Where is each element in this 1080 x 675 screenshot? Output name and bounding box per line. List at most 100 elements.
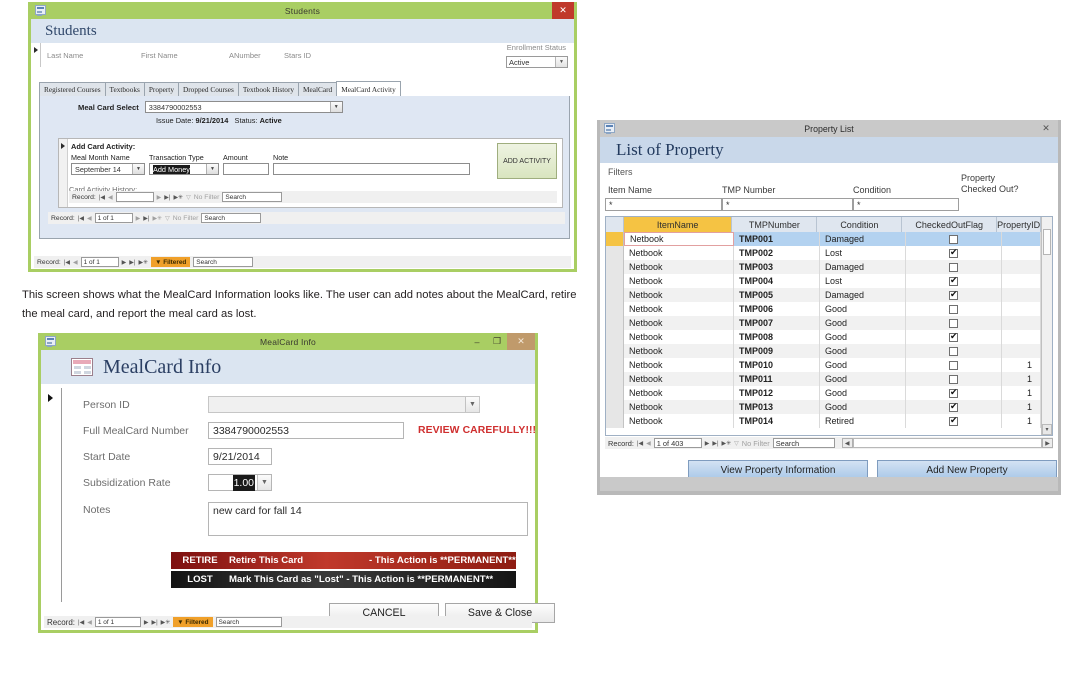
filter-status-badge[interactable]: ▼ Filtered [151,257,191,267]
chevron-down-icon[interactable]: ▼ [555,57,567,67]
subsidization-rate-combo[interactable]: 1.00 ▼ [208,474,272,491]
table-row[interactable]: Netbook TMP007 Good [606,316,1052,330]
row-selector[interactable] [606,232,624,246]
gridcol-tmpnumber[interactable]: TMPNumber [732,217,818,232]
record-selector[interactable] [31,43,41,67]
tab-property[interactable]: Property [143,82,179,96]
row-selector[interactable] [606,288,624,302]
horizontal-scrollbar[interactable]: ◀ ▶ [841,438,1053,449]
checkbox-checked[interactable] [949,275,958,286]
property-titlebar[interactable]: Property List ✕ [600,120,1058,137]
mealcard-titlebar[interactable]: MealCard Info – ❐ ✕ [41,333,535,350]
first-record-icon[interactable]: |◀ [78,619,84,626]
row-selector[interactable] [606,414,624,428]
meal-card-select-combo[interactable]: 3384790002553 ▼ [144,101,343,113]
amount-input[interactable] [223,163,269,175]
last-record-icon[interactable]: ▶| [164,194,170,201]
row-selector[interactable] [606,400,624,414]
grid-corner[interactable] [606,217,624,232]
filter-icon[interactable]: ▽ [186,194,191,201]
cell-checkedoutflag[interactable] [906,246,1002,260]
mid-record-navigator[interactable]: Record: |◀ ◀ 1 of 1 ▶ ▶| ▶✳ ▽ No Filter … [48,212,565,224]
scroll-down-icon[interactable]: ▾ [1042,424,1052,435]
tab-registered-courses[interactable]: Registered Courses [39,82,106,96]
table-row[interactable]: Netbook TMP008 Good [606,330,1052,344]
close-icon[interactable]: ✕ [507,333,535,350]
checkbox-unchecked[interactable] [949,346,958,356]
table-row[interactable]: Netbook TMP009 Good [606,344,1052,358]
record-selector[interactable] [45,390,57,614]
table-row[interactable]: Netbook TMP004 Lost [606,274,1052,288]
filter-status-badge[interactable]: ▼ Filtered [173,617,213,627]
last-record-icon[interactable]: ▶| [143,215,149,222]
gridcol-condition[interactable]: Condition [817,217,903,232]
table-row[interactable]: Netbook TMP013 Good 1 [606,400,1052,414]
inner-record-navigator[interactable]: Record: |◀ ◀ ▶ ▶| ▶✳ ▽ No Filter Search [69,191,557,203]
transaction-type-combo[interactable]: Add Money ▼ [149,163,219,175]
table-row[interactable]: Netbook TMP014 Retired 1 [606,414,1052,428]
new-record-icon[interactable]: ▶✳ [722,440,732,447]
next-record-icon[interactable]: ▶ [122,259,127,266]
minimize-icon[interactable]: – [467,333,487,350]
table-row[interactable]: Netbook TMP006 Good [606,302,1052,316]
cell-checkedoutflag[interactable] [906,260,1002,274]
prev-record-icon[interactable]: ◀ [87,215,92,222]
row-selector[interactable] [606,260,624,274]
tab-mealcard[interactable]: MealCard [298,82,338,96]
last-record-icon[interactable]: ▶| [129,259,135,266]
table-row[interactable]: Netbook TMP003 Damaged [606,260,1052,274]
cell-checkedoutflag[interactable] [906,372,1002,386]
row-selector[interactable] [606,330,624,344]
gridcol-itemname[interactable]: ItemName [623,217,733,232]
table-row[interactable]: Netbook TMP010 Good 1 [606,358,1052,372]
add-activity-button[interactable]: ADD ACTIVITY [497,143,557,179]
note-input[interactable] [273,163,470,175]
cell-checkedoutflag[interactable] [906,274,1002,288]
record-position-input[interactable]: 1 of 1 [80,257,119,267]
record-position-input[interactable]: 1 of 1 [94,617,141,627]
cell-checkedoutflag[interactable] [906,414,1002,428]
chevron-down-icon[interactable]: ▼ [206,164,218,174]
first-record-icon[interactable]: |◀ [78,215,84,222]
table-row[interactable]: Netbook TMP002 Lost [606,246,1052,260]
row-selector[interactable] [606,358,624,372]
retire-card-button[interactable]: RETIRE Retire This Card - This Action is… [171,552,516,569]
filter-input-condition[interactable]: * [853,198,959,211]
filter-icon[interactable]: ▽ [734,440,739,447]
scroll-left-icon[interactable]: ◀ [841,438,853,448]
full-mealcard-number-input[interactable]: 3384790002553 [208,422,404,439]
prev-record-icon[interactable]: ◀ [646,440,651,447]
prev-record-icon[interactable]: ◀ [108,194,113,201]
table-row[interactable]: Netbook TMP005 Damaged [606,288,1052,302]
record-position-input[interactable]: 1 of 403 [653,438,702,448]
lost-card-button[interactable]: LOST Mark This Card as "Lost" - This Act… [171,571,516,588]
tab-dropped-courses[interactable]: Dropped Courses [177,82,239,96]
new-record-icon[interactable]: ▶✳ [161,619,171,626]
search-input[interactable]: Search [201,213,262,223]
cell-checkedoutflag[interactable] [906,386,1002,400]
next-record-icon[interactable]: ▶ [136,215,141,222]
checkbox-checked[interactable] [949,247,958,258]
new-record-icon[interactable]: ▶✳ [173,194,183,201]
next-record-icon[interactable]: ▶ [705,440,710,447]
row-selector[interactable] [606,302,624,316]
cell-checkedoutflag[interactable] [906,288,1002,302]
cell-checkedoutflag[interactable] [906,344,1002,358]
prev-record-icon[interactable]: ◀ [87,619,92,626]
mealcard-record-navigator[interactable]: Record: |◀ ◀ 1 of 1 ▶ ▶| ▶✳ ▼ Filtered S… [44,616,532,628]
search-input[interactable]: Search [193,257,254,267]
search-input[interactable]: Search [215,617,282,627]
last-record-icon[interactable]: ▶| [712,440,718,447]
filter-icon[interactable]: ▽ [165,215,170,222]
search-input[interactable]: Search [222,192,283,202]
tab-textbooks[interactable]: Textbooks [104,82,145,96]
close-icon[interactable]: ✕ [1036,122,1056,135]
students-titlebar[interactable]: Students ✕ [31,2,574,19]
table-row[interactable]: Netbook TMP012 Good 1 [606,386,1052,400]
tab-textbook-history[interactable]: Textbook History [237,82,300,96]
start-date-input[interactable]: 9/21/2014 [208,448,272,465]
hscroll-track[interactable] [852,438,1042,448]
new-record-icon[interactable]: ▶✳ [138,259,148,266]
gridcol-checkedoutflag[interactable]: CheckedOutFlag [902,217,998,232]
notes-textarea[interactable]: new card for fall 14 [208,502,528,536]
